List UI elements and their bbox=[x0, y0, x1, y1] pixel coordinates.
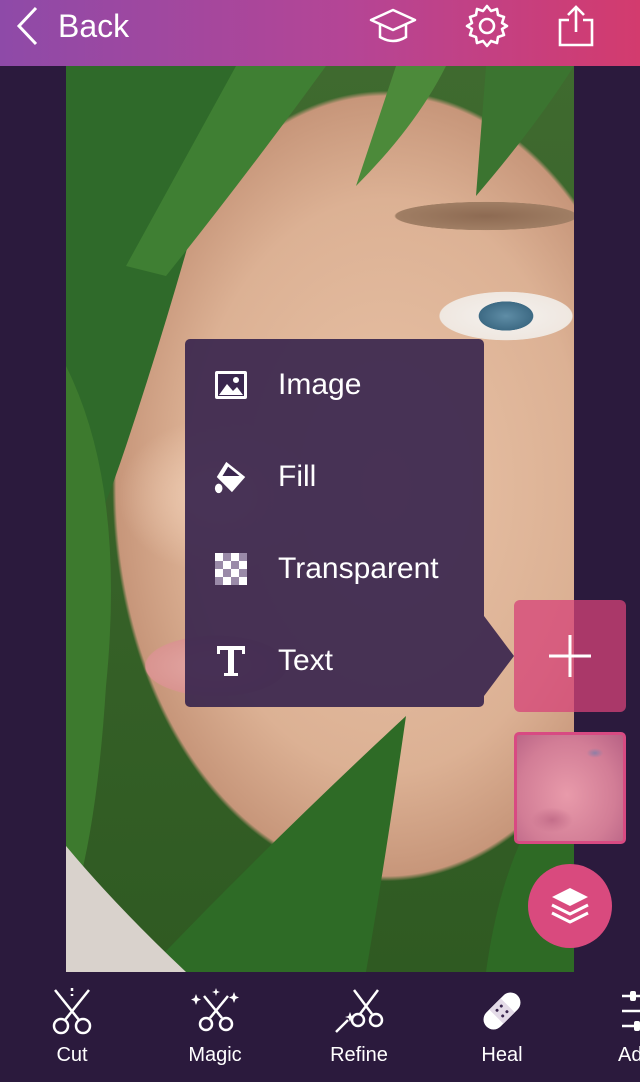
menu-item-text[interactable]: Text bbox=[185, 615, 484, 707]
settings-button[interactable] bbox=[463, 4, 511, 48]
paint-bucket-icon bbox=[213, 459, 249, 495]
share-button[interactable] bbox=[552, 4, 600, 48]
menu-item-transparent[interactable]: Transparent bbox=[185, 523, 484, 615]
tool-adjust[interactable]: Ad bbox=[590, 972, 640, 1082]
tool-magic[interactable]: Magic bbox=[160, 972, 270, 1082]
back-button[interactable]: Back bbox=[14, 4, 129, 48]
tool-label: Heal bbox=[481, 1044, 523, 1066]
menu-item-image[interactable]: Image bbox=[185, 339, 484, 431]
sliders-icon bbox=[622, 991, 640, 1031]
menu-item-label: Text bbox=[278, 644, 334, 677]
layer-thumbnail[interactable] bbox=[514, 732, 626, 844]
menu-item-label: Transparent bbox=[278, 552, 439, 585]
layers-icon bbox=[551, 888, 589, 924]
plus-icon bbox=[549, 635, 591, 677]
back-label: Back bbox=[58, 7, 130, 44]
tool-label: Cut bbox=[56, 1044, 88, 1066]
text-t-icon bbox=[213, 643, 249, 679]
tool-label: Refine bbox=[330, 1044, 388, 1066]
menu-item-fill[interactable]: Fill bbox=[185, 431, 484, 523]
add-layer-button[interactable] bbox=[514, 600, 626, 712]
tool-refine[interactable]: Refine bbox=[304, 972, 414, 1082]
menu-item-label: Image bbox=[278, 368, 362, 401]
graduation-cap-icon bbox=[369, 8, 417, 43]
gear-icon bbox=[465, 4, 509, 48]
tool-bar: Cut Magic Refine Heal Ad bbox=[0, 972, 640, 1082]
share-icon bbox=[558, 5, 594, 47]
menu-item-label: Fill bbox=[278, 460, 317, 493]
tool-heal[interactable]: Heal bbox=[447, 972, 557, 1082]
checkerboard-icon bbox=[213, 551, 249, 587]
chevron-left-icon bbox=[16, 6, 38, 46]
bandage-icon bbox=[483, 992, 521, 1030]
header-bar: Back bbox=[0, 0, 640, 66]
tutorial-button[interactable] bbox=[369, 4, 417, 48]
wand-scissors-icon bbox=[335, 989, 384, 1033]
tool-label: Ad bbox=[618, 1044, 640, 1066]
add-layer-menu: Image Fill Transparent Text bbox=[185, 339, 484, 707]
image-icon bbox=[213, 367, 249, 403]
tool-label: Magic bbox=[188, 1044, 242, 1066]
menu-pointer bbox=[484, 616, 514, 696]
scissors-icon bbox=[52, 988, 92, 1035]
tool-cut[interactable]: Cut bbox=[17, 972, 127, 1082]
layers-button[interactable] bbox=[528, 864, 612, 948]
magic-scissors-icon bbox=[191, 988, 239, 1032]
